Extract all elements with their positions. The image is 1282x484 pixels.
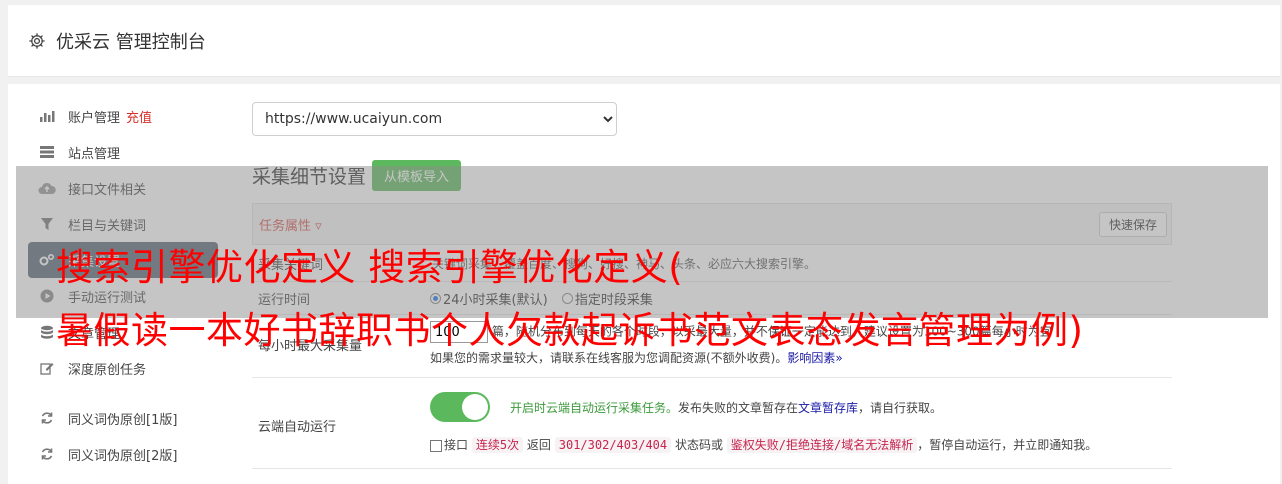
port-text: 返回: [526, 438, 551, 452]
sidebar-item-deep-original[interactable]: 深度原创任务: [28, 350, 218, 386]
cloud-auto-run-value: 开启时云端自动运行采集任务。发布失败的文章暂存在文章暂存库，请自行获取。 接口 …: [430, 378, 1172, 468]
port-text: 状态码或: [674, 438, 723, 452]
code-tag: 301/302/403/404: [554, 437, 672, 453]
cloud-toggle-line: 开启时云端自动运行采集任务。发布失败的文章暂存在文章暂存库，请自行获取。: [430, 392, 1172, 422]
cloud-auto-run-label: 云端自动运行: [258, 420, 337, 435]
ad-overlay: [16, 166, 1268, 318]
sidebar-item-account[interactable]: 账户管理 充值: [28, 98, 218, 134]
overlay-text-line-2: 暑假读一本好书辞职书个人欠款起诉书范文表态发言管理为例): [56, 309, 1084, 352]
cloud-desc-text: 发布失败的文章暂存在: [678, 400, 799, 415]
cloud-auto-run-toggle[interactable]: [430, 392, 490, 422]
top-header: 优采云 管理控制台: [8, 5, 1280, 77]
bar-chart-icon: [38, 108, 56, 124]
server-icon: [38, 144, 56, 160]
cloud-auto-run-row: 云端自动运行 开启时云端自动运行采集任务。发布失败的文章暂存在文章暂存库，请自行…: [252, 378, 1172, 469]
gear-icon: [27, 31, 47, 51]
recharge-link[interactable]: 充值: [126, 107, 152, 126]
sidebar-item-label: 深度原创任务: [68, 362, 147, 378]
article-storage-link[interactable]: 文章暂存库: [798, 401, 858, 415]
page-title: 优采云 管理控制台: [56, 31, 206, 53]
code-tag: 鉴权失败/拒绝连接/域名无法解析: [726, 437, 918, 453]
port-notify-checkbox[interactable]: [430, 439, 442, 452]
code-tag: 连续5次: [471, 437, 524, 453]
sidebar-item-synonym-v1[interactable]: 同义词伪原创[1版]: [28, 400, 218, 436]
edit-icon: [38, 360, 56, 376]
cloud-desc: 开启时云端自动运行采集任务。发布失败的文章暂存在文章暂存库，请自行获取。: [510, 399, 942, 416]
sidebar-item-label: 同义词伪原创[1版]: [68, 412, 178, 428]
sidebar-item-label: 同义词伪原创[2版]: [68, 448, 178, 464]
site-select[interactable]: https://www.ucaiyun.com: [252, 102, 617, 136]
refresh-icon: [38, 410, 56, 426]
database-icon: [38, 324, 56, 340]
port-text: ，暂停自动运行，并立即通知我。: [917, 438, 1098, 452]
port-notify-line: 接口 连续5次 返回 301/302/403/404 状态码或 鉴权失败/拒绝连…: [430, 436, 1172, 453]
cloud-desc-text-2: ，请自行获取。: [858, 400, 943, 415]
sidebar-item-sites[interactable]: 站点管理: [28, 134, 218, 170]
refresh-icon: [38, 446, 56, 462]
port-text: 接口: [444, 438, 469, 452]
max-desc-2: 如果您的需求量较大，请联系在线客服为您调配资源(不额外收费)。: [430, 351, 788, 365]
cloud-desc-green: 开启时云端自动运行采集任务。: [510, 400, 679, 415]
influence-factors-link[interactable]: 影响因素»: [787, 351, 842, 365]
overlay-text-line-1: 搜索引擎优化定义 搜索引擎优化定义(: [56, 246, 684, 289]
sidebar-item-synonym-v2[interactable]: 同义词伪原创[2版]: [28, 436, 218, 472]
sidebar-item-label: 站点管理: [68, 146, 121, 162]
sidebar-item-label: 账户管理: [68, 110, 121, 126]
